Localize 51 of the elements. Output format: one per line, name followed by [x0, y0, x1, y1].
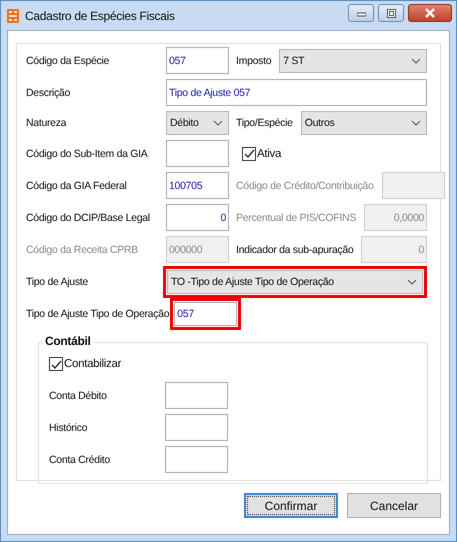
check-icon	[50, 360, 62, 368]
field-label: Código da Receita CPRB	[26, 244, 139, 256]
field-label: Código de Crédito/Contribuição	[236, 180, 374, 192]
dropdown[interactable]: 7 ST	[279, 48, 427, 72]
check-icon	[244, 149, 254, 158]
maximize-button[interactable]	[378, 4, 404, 22]
window-title: Cadastro de Espécies Fiscais	[25, 8, 175, 22]
input-field[interactable]: 0	[166, 204, 229, 231]
field-label: Percentual de PIS/COFINS	[236, 212, 356, 224]
close-button[interactable]	[408, 4, 452, 22]
input-field[interactable]: Tipo de Ajuste 057	[166, 79, 427, 106]
group-title: Contábil	[43, 334, 93, 348]
field-label: Descrição	[26, 86, 71, 98]
checkbox-label: Ativa	[257, 148, 282, 160]
chevron-down-icon	[411, 58, 421, 64]
maximize-icon	[386, 8, 396, 18]
field-label: Imposto	[236, 54, 272, 66]
close-icon	[425, 8, 435, 18]
field-label: Tipo de Ajuste Tipo de Operação	[26, 308, 170, 320]
field-label: Código da GIA Federal	[26, 180, 128, 192]
field-label: Tipo/Espécie	[236, 117, 293, 129]
input-field[interactable]	[165, 446, 228, 473]
minimize-button[interactable]	[348, 4, 374, 22]
chevron-down-icon	[407, 278, 417, 284]
input-field[interactable]: 100705	[166, 172, 229, 199]
input-field[interactable]	[166, 140, 229, 167]
field-label: Histórico	[49, 422, 88, 434]
app-icon	[7, 8, 19, 22]
dropdown[interactable]: Débito	[166, 111, 229, 135]
field-label: Código da Espécie	[26, 54, 110, 66]
checkbox[interactable]	[242, 146, 256, 160]
field-label: Conta Débito	[49, 390, 108, 402]
input-field[interactable]: 057	[174, 302, 238, 326]
field-label: Código do Sub-Item da GIA	[26, 148, 149, 160]
input-field[interactable]	[165, 414, 228, 441]
dropdown[interactable]: TO -Tipo de Ajuste Tipo de Operação	[167, 270, 423, 294]
field-label: Tipo de Ajuste	[26, 276, 89, 288]
input-field[interactable]: 057	[166, 47, 229, 74]
field-label: Indicador da sub-apuração	[236, 244, 354, 256]
checkbox[interactable]	[49, 357, 63, 371]
field-label: Natureza	[26, 117, 68, 129]
input-field[interactable]	[165, 382, 228, 409]
chevron-down-icon	[213, 120, 223, 126]
checkbox-label: Contabilizar	[64, 358, 122, 370]
minimize-icon	[356, 10, 366, 16]
field-label: Código do DCIP/Base Legal	[26, 212, 151, 224]
dialog-button[interactable]: Confirmar	[244, 493, 338, 518]
dropdown[interactable]: Outros	[300, 111, 427, 135]
field-label: Conta Crédito	[49, 454, 111, 466]
chevron-down-icon	[411, 120, 421, 126]
dialog-button[interactable]: Cancelar	[347, 493, 441, 518]
